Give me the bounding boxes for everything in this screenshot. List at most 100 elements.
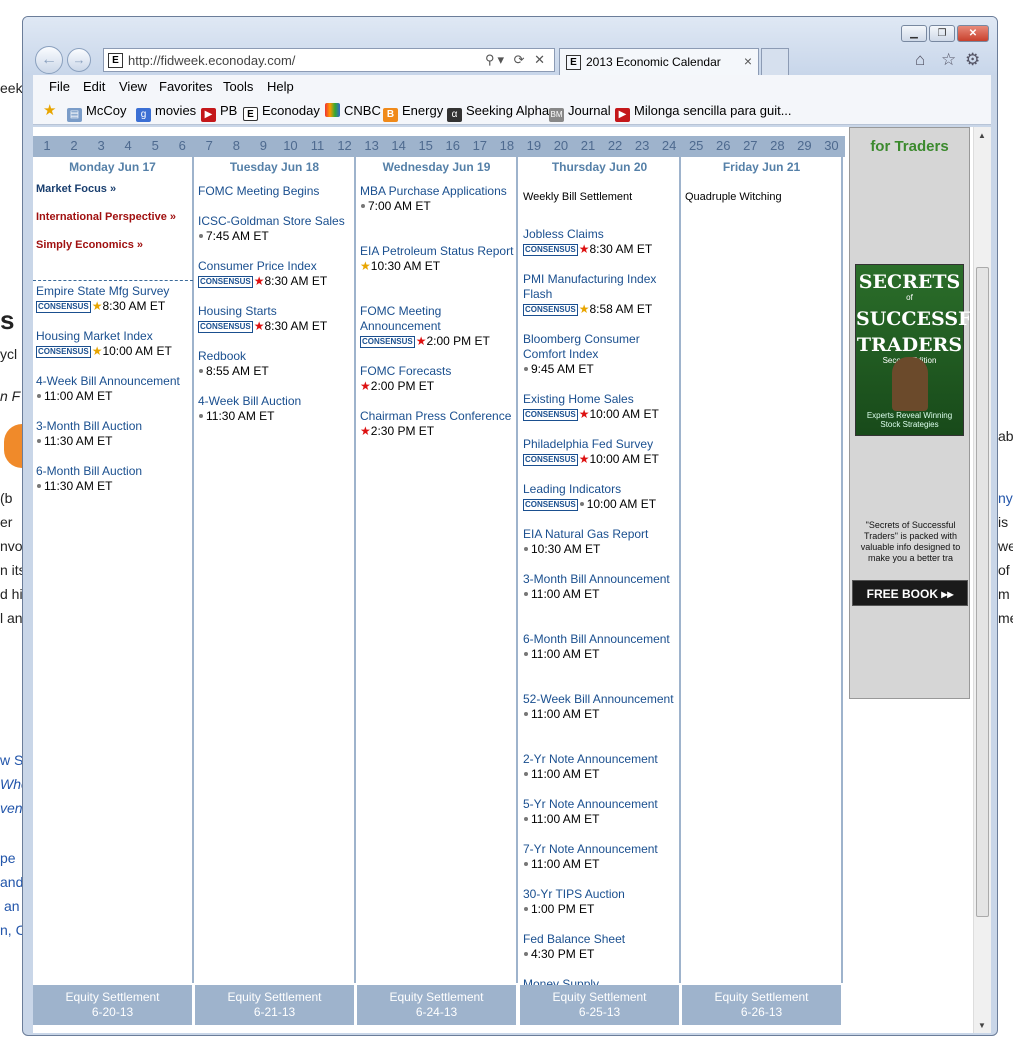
menu-file[interactable]: File: [49, 79, 70, 94]
consensus-badge[interactable]: CONSENSUS: [36, 346, 91, 358]
gear-icon[interactable]: ⚙: [965, 50, 980, 70]
event-title[interactable]: 3-Month Bill Announcement: [523, 572, 683, 587]
calendar-event[interactable]: 6-Month Bill Auction 11:30 AM ET: [36, 464, 196, 494]
scroll-up-icon[interactable]: ▲: [978, 131, 986, 140]
consensus-badge[interactable]: CONSENSUS: [198, 276, 253, 288]
calendar-event[interactable]: Leading Indicators CONSENSUS 10:00 AM ET: [523, 482, 683, 512]
menu-tools[interactable]: Tools: [223, 79, 253, 94]
menu-view[interactable]: View: [119, 79, 147, 94]
consensus-badge[interactable]: CONSENSUS: [523, 499, 578, 511]
event-title[interactable]: 3-Month Bill Auction: [36, 419, 196, 434]
calendar-event[interactable]: 2-Yr Note Announcement 11:00 AM ET: [523, 752, 683, 782]
free-book-button[interactable]: FREE BOOK ▸▸: [852, 580, 968, 606]
event-title[interactable]: EIA Petroleum Status Report: [360, 244, 520, 259]
consensus-badge[interactable]: CONSENSUS: [523, 409, 578, 421]
calendar-event[interactable]: EIA Natural Gas Report 10:30 AM ET: [523, 527, 683, 557]
new-tab-button[interactable]: [761, 48, 789, 75]
day-number-link[interactable]: 18: [494, 138, 520, 153]
day-number-link[interactable]: 1: [34, 138, 60, 153]
day-number-link[interactable]: 27: [737, 138, 763, 153]
calendar-event[interactable]: FOMC Meeting Announcement CONSENSUS ★2:00 …: [360, 304, 520, 349]
calendar-event[interactable]: Philadelphia Fed Survey CONSENSUS ★10:00 A…: [523, 437, 683, 467]
day-number-link[interactable]: 21: [575, 138, 601, 153]
event-title[interactable]: Redbook: [198, 349, 358, 364]
close-window-button[interactable]: ✕: [957, 25, 989, 42]
event-title[interactable]: ICSC-Goldman Store Sales: [198, 214, 358, 229]
back-button[interactable]: ←: [35, 46, 63, 74]
calendar-event[interactable]: 52-Week Bill Announcement 11:00 AM ET: [523, 692, 683, 722]
day-number-link[interactable]: 24: [656, 138, 682, 153]
fav-seeking-alpha[interactable]: α Seeking Alpha: [447, 103, 549, 122]
fav-cnbc[interactable]: CNBC: [325, 103, 381, 118]
calendar-event[interactable]: MBA Purchase Applications 7:00 AM ET: [360, 184, 520, 214]
event-title[interactable]: Chairman Press Conference: [360, 409, 520, 424]
calendar-event[interactable]: ICSC-Goldman Store Sales 7:45 AM ET: [198, 214, 358, 244]
calendar-event[interactable]: Housing Market Index CONSENSUS ★10:00 AM E…: [36, 329, 196, 359]
day-number-link[interactable]: 26: [710, 138, 736, 153]
calendar-event[interactable]: EIA Petroleum Status Report ★10:30 AM ET: [360, 244, 520, 274]
event-title[interactable]: 30-Yr TIPS Auction: [523, 887, 683, 902]
calendar-event[interactable]: Chairman Press Conference ★2:30 PM ET: [360, 409, 520, 439]
calendar-event[interactable]: 6-Month Bill Announcement 11:00 AM ET: [523, 632, 683, 662]
event-title[interactable]: FOMC Forecasts: [360, 364, 520, 379]
day-number-link[interactable]: 3: [88, 138, 114, 153]
menu-help[interactable]: Help: [267, 79, 294, 94]
day-number-link[interactable]: 28: [764, 138, 790, 153]
day-number-link[interactable]: 20: [548, 138, 574, 153]
day-link[interactable]: International Perspective »: [36, 211, 176, 223]
fav-econoday[interactable]: E Econoday: [243, 103, 320, 121]
tab-close-icon[interactable]: ×: [744, 53, 752, 69]
event-title[interactable]: 4-Week Bill Announcement: [36, 374, 196, 389]
day-number-link[interactable]: 5: [142, 138, 168, 153]
forward-button[interactable]: →: [67, 48, 91, 72]
day-number-link[interactable]: 22: [602, 138, 628, 153]
day-number-link[interactable]: 4: [115, 138, 141, 153]
consensus-badge[interactable]: CONSENSUS: [523, 304, 578, 316]
consensus-badge[interactable]: CONSENSUS: [523, 244, 578, 256]
day-number-link[interactable]: 10: [277, 138, 303, 153]
calendar-event[interactable]: Redbook 8:55 AM ET: [198, 349, 358, 379]
calendar-event[interactable]: 3-Month Bill Announcement 11:00 AM ET: [523, 572, 683, 602]
event-title[interactable]: PMI Manufacturing Index Flash: [523, 272, 683, 302]
event-title[interactable]: Housing Market Index: [36, 329, 196, 344]
home-icon[interactable]: ⌂: [915, 50, 925, 70]
event-title[interactable]: Housing Starts: [198, 304, 358, 319]
event-title[interactable]: MBA Purchase Applications: [360, 184, 520, 199]
day-number-link[interactable]: 25: [683, 138, 709, 153]
calendar-event[interactable]: 4-Week Bill Announcement 11:00 AM ET: [36, 374, 196, 404]
calendar-event[interactable]: Fed Balance Sheet 4:30 PM ET: [523, 932, 683, 962]
calendar-event[interactable]: Empire State Mfg Survey CONSENSUS ★8:30 AM…: [36, 284, 196, 314]
day-number-link[interactable]: 6: [169, 138, 195, 153]
favorites-star-icon[interactable]: ★: [43, 101, 56, 119]
menu-favorites[interactable]: Favorites: [159, 79, 212, 94]
tab-econoday[interactable]: E 2013 Economic Calendar ×: [559, 48, 759, 75]
event-title[interactable]: 4-Week Bill Auction: [198, 394, 358, 409]
event-title[interactable]: 7-Yr Note Announcement: [523, 842, 683, 857]
calendar-event[interactable]: Bloomberg Consumer Comfort Index 9:45 AM …: [523, 332, 683, 377]
calendar-event[interactable]: Jobless Claims CONSENSUS ★8:30 AM ET: [523, 227, 683, 257]
calendar-event[interactable]: 3-Month Bill Auction 11:30 AM ET: [36, 419, 196, 449]
calendar-event[interactable]: PMI Manufacturing Index Flash CONSENSUS ★8…: [523, 272, 683, 317]
favorites-star-icon[interactable]: ☆: [941, 50, 956, 70]
fav-movies[interactable]: g movies: [136, 103, 196, 122]
event-title[interactable]: FOMC Meeting Begins: [198, 184, 358, 199]
menu-edit[interactable]: Edit: [83, 79, 105, 94]
day-number-link[interactable]: 9: [250, 138, 276, 153]
event-title[interactable]: 6-Month Bill Announcement: [523, 632, 683, 647]
day-number-link[interactable]: 30: [818, 138, 844, 153]
calendar-event[interactable]: 5-Yr Note Announcement 11:00 AM ET: [523, 797, 683, 827]
event-title[interactable]: Bloomberg Consumer Comfort Index: [523, 332, 683, 362]
event-title[interactable]: Leading Indicators: [523, 482, 683, 497]
event-title[interactable]: Philadelphia Fed Survey: [523, 437, 683, 452]
maximize-button[interactable]: ❐: [929, 25, 955, 42]
event-title[interactable]: Fed Balance Sheet: [523, 932, 683, 947]
event-title[interactable]: Existing Home Sales: [523, 392, 683, 407]
day-number-link[interactable]: 16: [440, 138, 466, 153]
day-number-link[interactable]: 13: [359, 138, 385, 153]
fav-journal[interactable]: BM Journal: [549, 103, 611, 122]
consensus-badge[interactable]: CONSENSUS: [36, 301, 91, 313]
book-advertisement[interactable]: for Traders SECRETS of SUCCESSFUL TRADER…: [849, 127, 991, 699]
calendar-event[interactable]: FOMC Meeting Begins: [198, 184, 358, 199]
event-title[interactable]: FOMC Meeting Announcement: [360, 304, 520, 334]
day-number-link[interactable]: 11: [305, 138, 331, 153]
